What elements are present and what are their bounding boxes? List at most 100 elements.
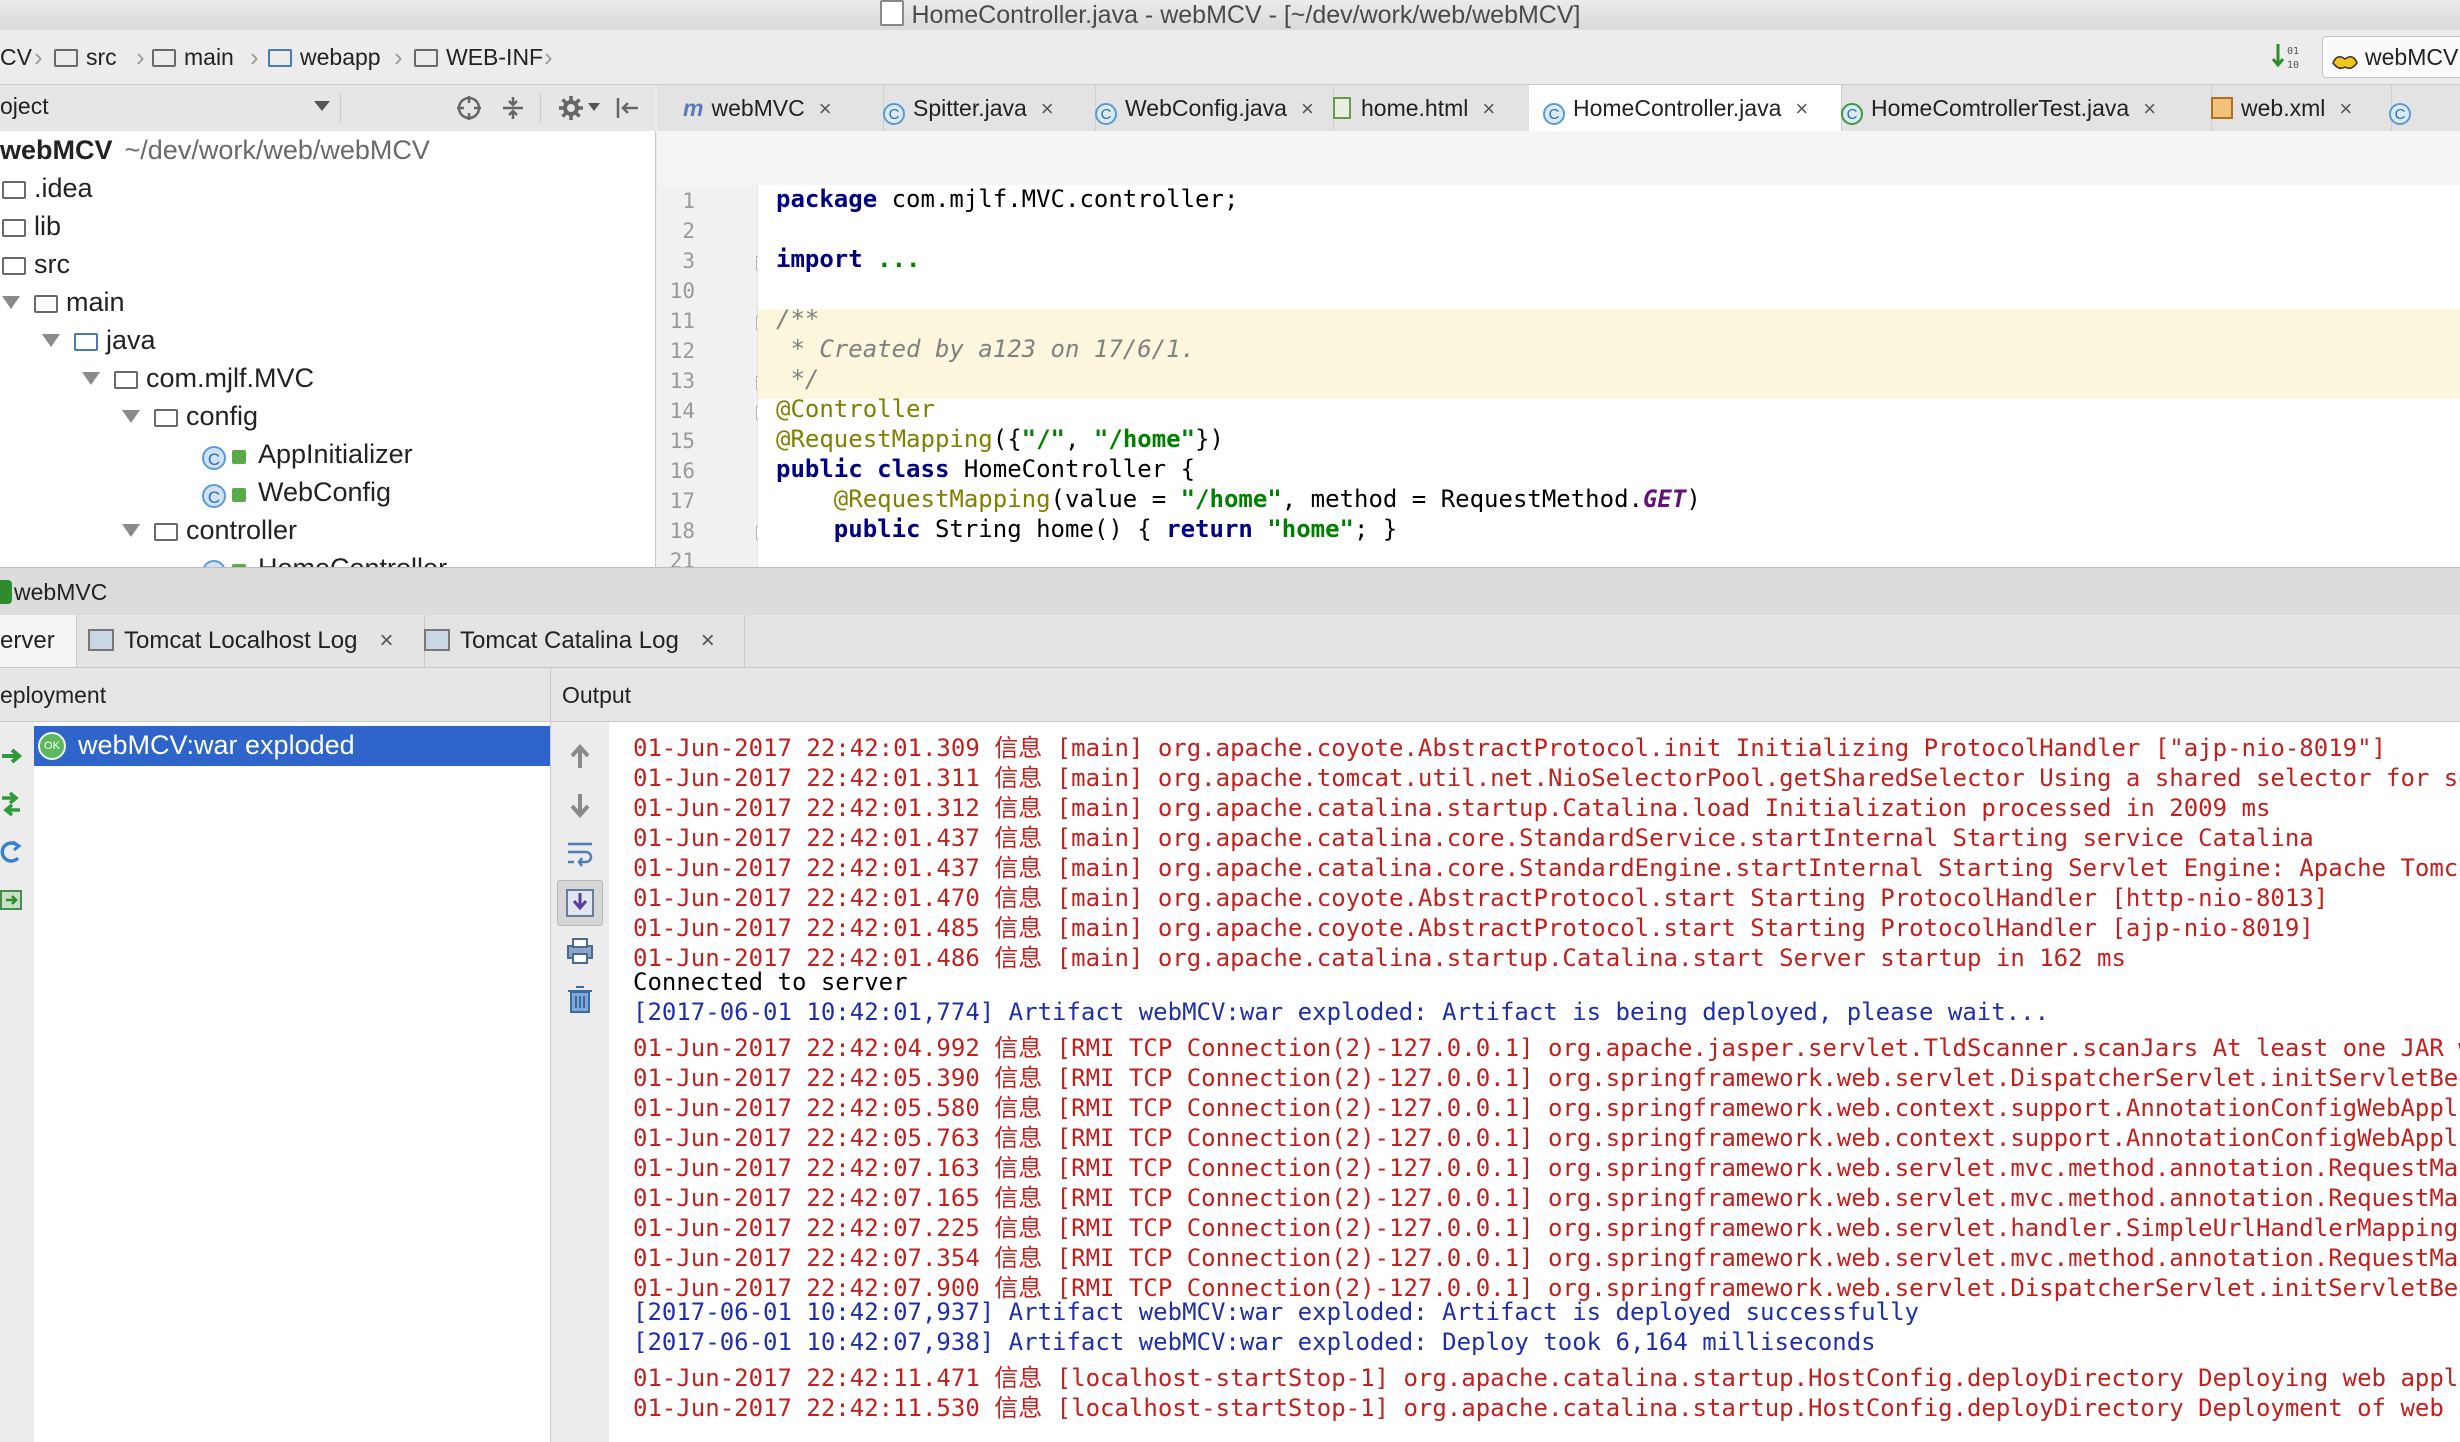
tree-item-java[interactable]: java: [42, 321, 156, 359]
close-icon[interactable]: ×: [819, 96, 832, 121]
log-icon: [424, 629, 450, 651]
close-icon[interactable]: ×: [1301, 96, 1314, 121]
editor-gutter: 1 2 3 10 11 12 13 14 15 16 17 18 21: [657, 185, 758, 573]
sort-icon[interactable]: 01 10: [2270, 42, 2306, 72]
trash-icon[interactable]: [565, 984, 595, 1014]
arrow-up-icon[interactable]: [565, 742, 595, 772]
tab-web-xml[interactable]: web.xml ×: [2197, 85, 2392, 131]
tree-item-class[interactable]: C AppInitializer: [202, 435, 413, 473]
run-pane-headers: eployment Output: [0, 668, 2460, 722]
log-line: [2017-06-01 10:42:07,937] Artifact webMC…: [633, 1298, 1919, 1326]
close-icon[interactable]: ×: [2339, 96, 2352, 121]
run-config-selector[interactable]: webMCV: [2322, 36, 2460, 78]
close-icon[interactable]: ×: [1795, 96, 1808, 121]
tree-item-package[interactable]: com.mjlf.MVC: [82, 359, 314, 397]
breadcrumb-item[interactable]: webapp: [268, 42, 381, 72]
update-app-icon[interactable]: [0, 742, 24, 770]
line-number: 3: [682, 249, 695, 273]
breadcrumb-item[interactable]: main: [152, 42, 234, 72]
tab-tomcat-localhost-log[interactable]: Tomcat Localhost Log ×: [76, 615, 425, 667]
tree-item-main[interactable]: main: [2, 283, 125, 321]
tab-tomcat-catalina-log[interactable]: Tomcat Catalina Log ×: [412, 615, 745, 667]
code-editor[interactable]: package com.mjlf.MVC.controller; import …: [758, 185, 2460, 567]
close-icon[interactable]: ×: [701, 627, 715, 654]
expand-arrow-icon[interactable]: [2, 296, 20, 309]
redeploy-icon[interactable]: [0, 790, 24, 818]
code-line: @RequestMapping(value = "/home", method …: [833, 485, 1701, 513]
tree-item-controller[interactable]: controller: [122, 511, 297, 549]
line-number: 15: [669, 429, 695, 453]
run-left-toolbar: [0, 722, 34, 1442]
project-view-selector[interactable]: oject: [0, 93, 49, 120]
tree-item-lib[interactable]: lib: [2, 207, 61, 245]
line-number: 10: [669, 279, 695, 303]
line-number: 14: [669, 399, 695, 423]
tree-item-config[interactable]: config: [122, 397, 258, 435]
code-line: * Created by a123 on 17/6/1.: [776, 335, 1196, 363]
refresh-icon[interactable]: [0, 838, 24, 866]
tree-item-class[interactable]: C WebConfig: [202, 473, 391, 511]
breadcrumb-item[interactable]: src: [54, 42, 117, 72]
tomcat-icon: [0, 580, 12, 604]
line-number: 13: [669, 369, 695, 393]
tab-homecontroller[interactable]: C HomeController.java ×: [1529, 85, 1842, 131]
breadcrumb-item[interactable]: CV: [0, 42, 32, 72]
log-icon: [88, 629, 114, 651]
deployment-item-selected[interactable]: OK webMCV:war exploded: [34, 726, 550, 766]
tab-spitter[interactable]: C Spitter.java ×: [869, 85, 1096, 131]
tree-item-class[interactable]: CHomeController: [202, 549, 447, 567]
soft-wrap-icon[interactable]: [565, 838, 595, 868]
access-icon: [232, 488, 246, 502]
html-file-icon: [1333, 97, 1351, 119]
code-line: /**: [776, 305, 820, 333]
tab-webconfig[interactable]: C WebConfig.java ×: [1081, 85, 1334, 131]
dropdown-arrow-icon[interactable]: [314, 101, 330, 111]
close-icon[interactable]: ×: [2143, 96, 2156, 121]
window-title-bar: HomeController.java - webMCV - [~/dev/wo…: [0, 0, 2460, 31]
folder-icon: [2, 219, 26, 237]
arrow-down-icon[interactable]: [565, 790, 595, 820]
folder-icon: [152, 49, 176, 67]
scroll-from-source-icon[interactable]: [456, 95, 482, 121]
hide-pane-icon[interactable]: [614, 95, 640, 121]
class-icon: C: [883, 103, 905, 125]
close-icon[interactable]: ×: [1041, 96, 1054, 121]
code-line: @RequestMapping({"/", "/home"}): [776, 425, 1224, 453]
breadcrumb-item[interactable]: WEB-INF: [414, 42, 543, 72]
class-icon: C: [202, 560, 226, 567]
line-number: 2: [682, 219, 695, 243]
module-icon: m: [683, 95, 704, 121]
svg-text:10: 10: [2287, 60, 2299, 71]
collapse-all-icon[interactable]: [500, 95, 526, 121]
print-icon[interactable]: [565, 936, 595, 966]
tab-test[interactable]: C HomeComtrollerTest.java ×: [1827, 85, 2212, 131]
output-header: Output: [562, 682, 632, 708]
tree-item-module[interactable]: webMCV ~/dev/work/web/webMCV: [0, 131, 430, 169]
code-line: @Controller: [776, 395, 935, 423]
line-number: 12: [669, 339, 695, 363]
tab-server[interactable]: Server: [0, 615, 77, 667]
expand-arrow-icon[interactable]: [122, 524, 140, 537]
tree-item-src[interactable]: src: [2, 245, 70, 283]
tab-webmvc[interactable]: m webMVC ×: [669, 85, 884, 131]
package-icon: [114, 371, 138, 389]
expand-arrow-icon[interactable]: [82, 372, 100, 385]
code-line: public String home() { return "home"; }: [833, 515, 1398, 543]
close-icon[interactable]: ×: [1482, 96, 1495, 121]
chevron-right-icon: ›: [394, 42, 403, 72]
folder-icon: [2, 181, 26, 199]
tab-overflow[interactable]: C: [2377, 85, 2460, 131]
tab-home-html[interactable]: home.html ×: [1319, 85, 1544, 131]
log-line: [2017-06-01 10:42:01,774] Artifact webMC…: [633, 998, 2050, 1026]
close-icon[interactable]: ×: [379, 627, 393, 654]
deploy-all-icon[interactable]: [0, 886, 24, 914]
svg-text:01: 01: [2287, 46, 2299, 57]
tree-item-idea[interactable]: .idea: [2, 169, 93, 207]
expand-arrow-icon[interactable]: [122, 410, 140, 423]
output-console[interactable]: 01-Jun-2017 22:42:01.309 信息 [main] org.a…: [609, 722, 2460, 1442]
scroll-to-end-button[interactable]: [557, 880, 603, 926]
expand-arrow-icon[interactable]: [42, 334, 60, 347]
source-folder-icon: [74, 333, 98, 351]
gear-icon[interactable]: [558, 95, 584, 121]
dropdown-arrow-icon[interactable]: [588, 103, 600, 111]
